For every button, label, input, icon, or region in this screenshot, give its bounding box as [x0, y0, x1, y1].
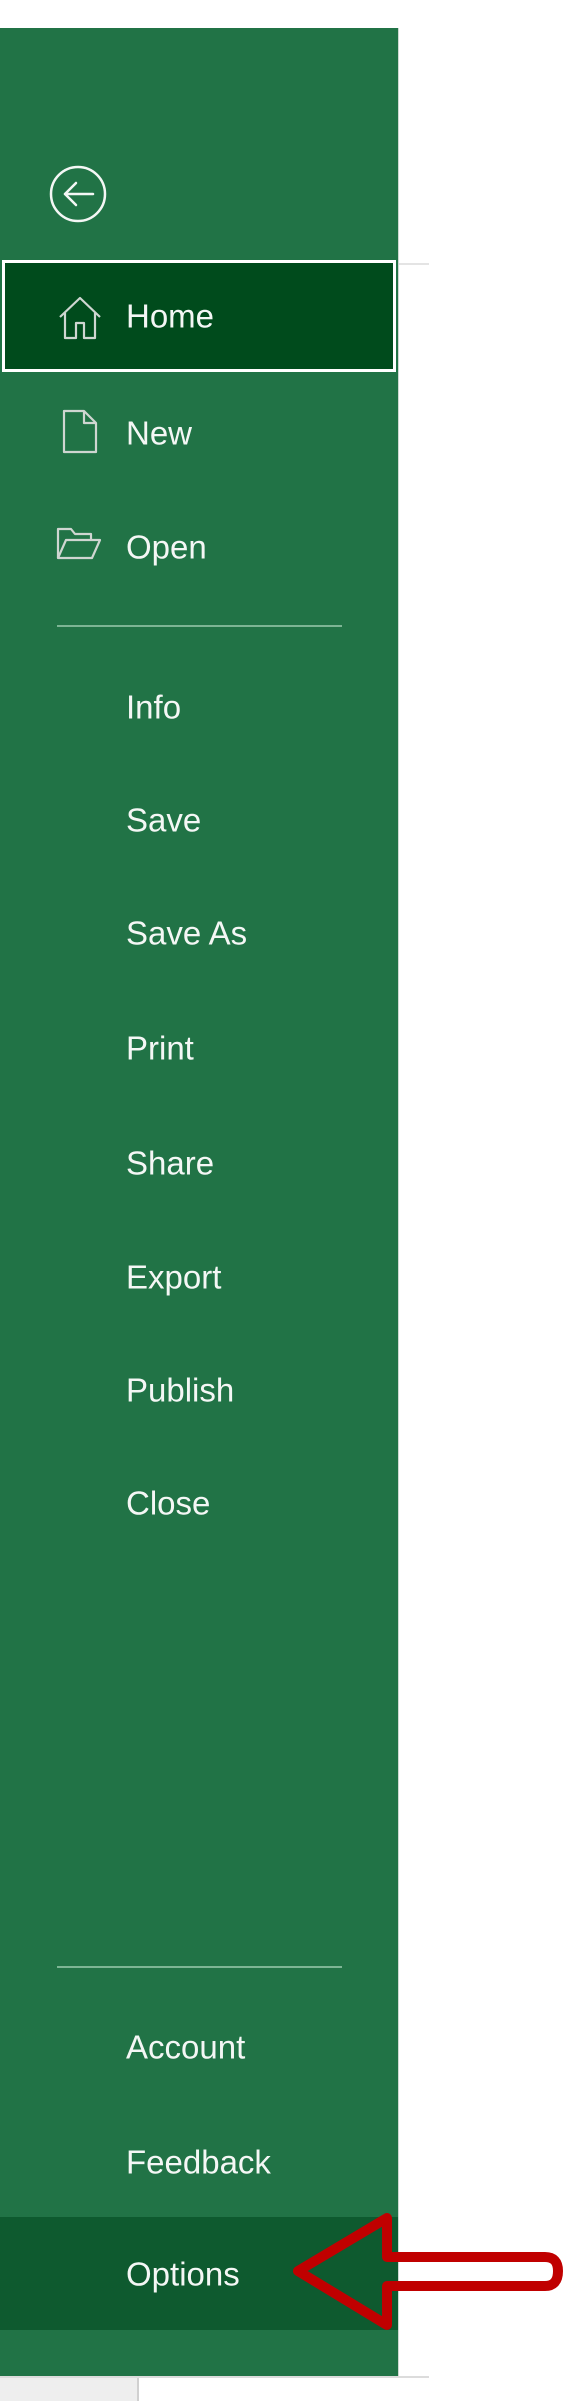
nav-item-save-as[interactable]: Save As: [0, 877, 398, 989]
nav-divider: [57, 1966, 342, 1968]
nav-item-label: Close: [126, 1484, 211, 1522]
nav-item-info[interactable]: Info: [0, 651, 398, 763]
nav-item-print[interactable]: Print: [0, 992, 398, 1104]
nav-item-label: Home: [126, 297, 215, 335]
nav-item-export[interactable]: Export: [0, 1221, 398, 1333]
nav-item-label: Feedback: [126, 2143, 271, 2181]
open-folder-icon: [56, 527, 102, 560]
nav-item-label: Print: [126, 1029, 194, 1067]
nav-item-save[interactable]: Save: [0, 764, 398, 876]
nav-item-label: Export: [126, 1258, 222, 1296]
nav-item-label: Account: [126, 2028, 246, 2066]
nav-item-label: Info: [126, 688, 182, 726]
nav-divider: [57, 625, 342, 627]
nav-item-label: Publish: [126, 1371, 235, 1409]
nav-item-publish[interactable]: Publish: [0, 1334, 398, 1446]
nav-item-label: Save: [126, 801, 202, 839]
home-icon: [59, 296, 101, 340]
nav-item-close[interactable]: Close: [0, 1447, 398, 1559]
nav-item-label: Open: [126, 528, 207, 566]
back-button[interactable]: [48, 164, 108, 224]
nav-item-label: Share: [126, 1144, 215, 1182]
nav-item-open[interactable]: Open: [0, 491, 398, 603]
nav-item-account[interactable]: Account: [0, 1991, 398, 2103]
nav-item-label: Options: [126, 2255, 240, 2292]
nav-item-label: Save As: [126, 914, 248, 952]
nav-item-share[interactable]: Share: [0, 1107, 398, 1219]
nav-item-new[interactable]: New: [0, 377, 398, 489]
back-arrow-circle-icon: [49, 165, 107, 223]
nav-item-home[interactable]: Home: [2, 260, 396, 372]
nav-item-feedback[interactable]: Feedback: [0, 2106, 398, 2218]
sheet-tab-area: [0, 2378, 139, 2401]
nav-item-options[interactable]: Options: [0, 2217, 398, 2330]
content-divider: [399, 263, 429, 265]
nav-item-label: New: [126, 414, 193, 452]
new-document-icon: [62, 409, 98, 454]
